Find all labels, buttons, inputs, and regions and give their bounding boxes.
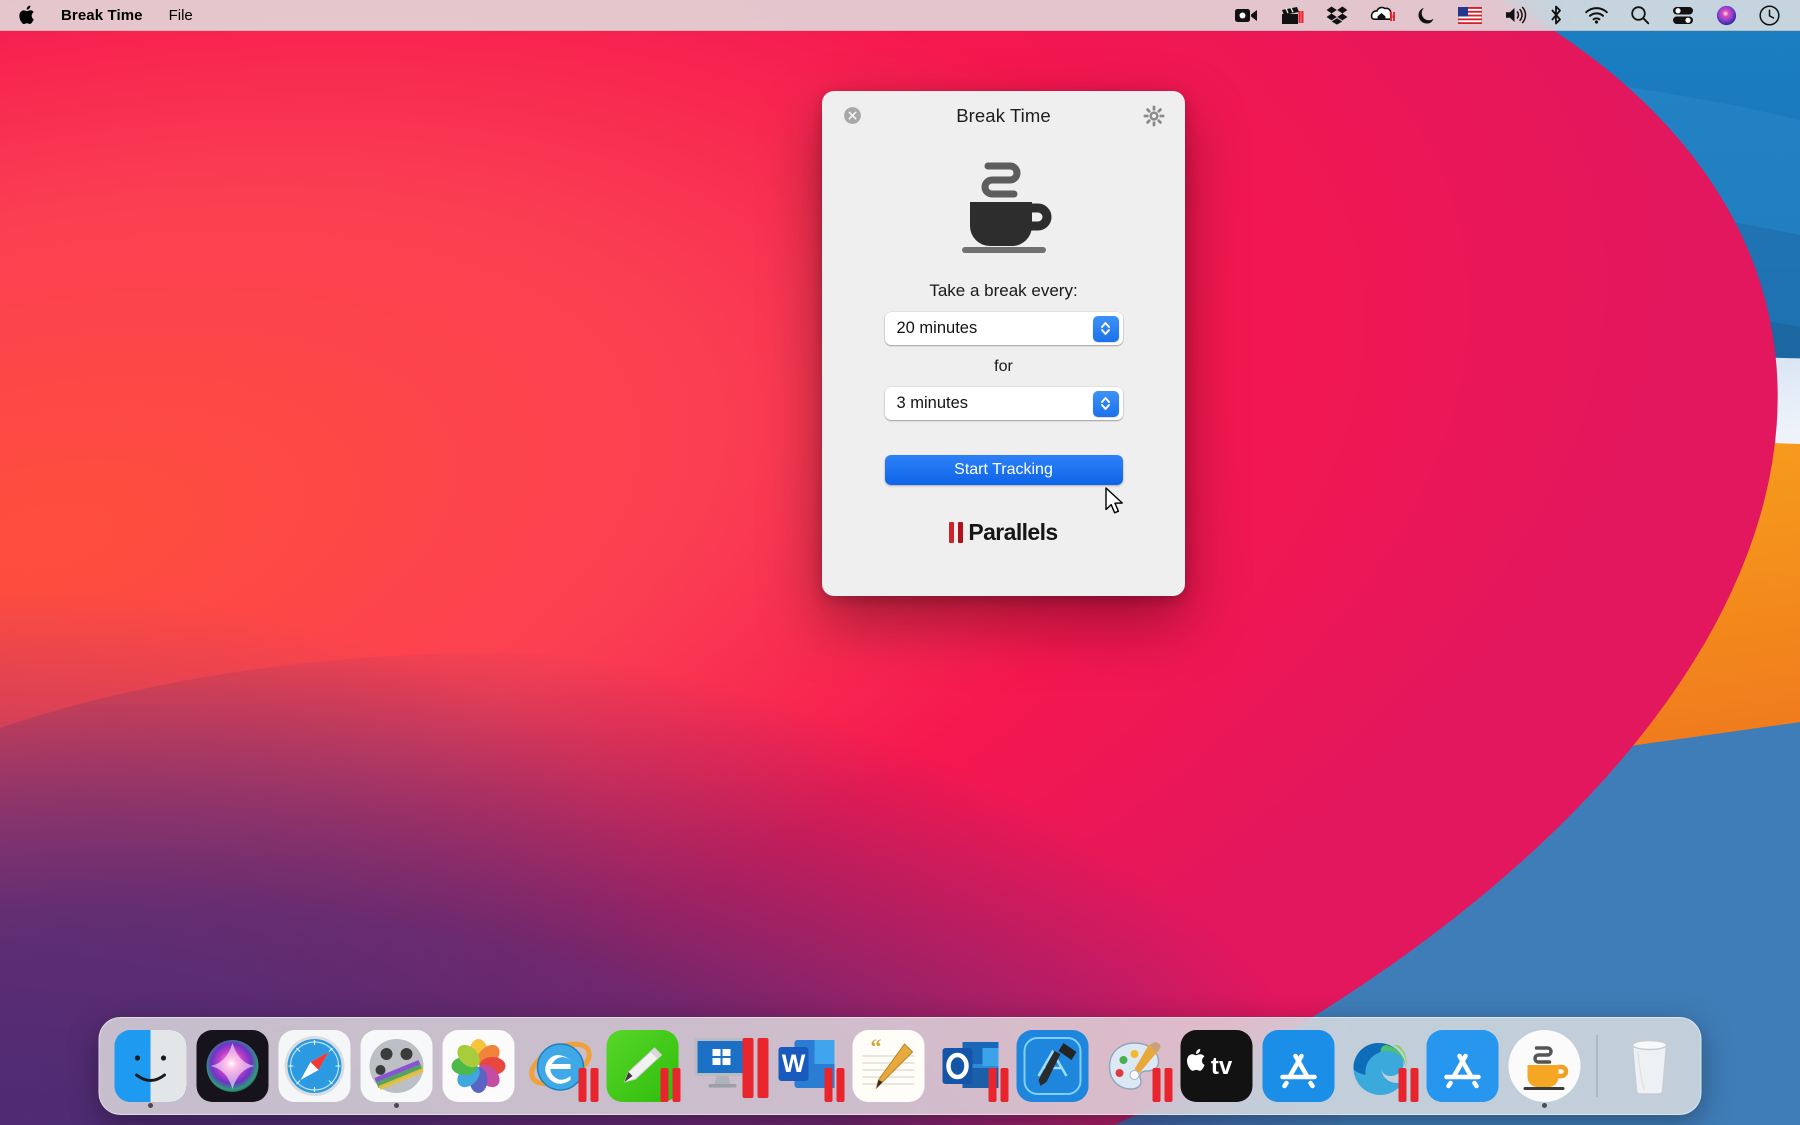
dock-item-paint[interactable] <box>1094 1017 1176 1115</box>
chevron-updown-icon[interactable] <box>1093 316 1119 342</box>
break-time-window: Break Time Take a break every: 20 minute… <box>822 91 1185 596</box>
running-indicator <box>394 1103 399 1108</box>
dock-item-apple-tv[interactable]: tv <box>1176 1017 1258 1115</box>
dock-item-final-cut-pro[interactable] <box>356 1017 438 1115</box>
parallels-running-bars-icon <box>825 1068 845 1102</box>
dock-item-windows-desktop[interactable] <box>684 1017 766 1115</box>
microsoft-edge-icon <box>1345 1030 1417 1102</box>
parallels-clapperboard-icon[interactable] <box>1280 4 1304 26</box>
dock-item-finder[interactable] <box>110 1017 192 1115</box>
dock-item-onenote[interactable] <box>602 1017 684 1115</box>
dock-item-app-store[interactable] <box>1258 1017 1340 1115</box>
internet-explorer-icon <box>525 1030 597 1102</box>
xcode-hammer-icon <box>1017 1030 1089 1102</box>
parallels-running-bars-icon <box>579 1068 599 1102</box>
window-titlebar: Break Time <box>822 91 1185 146</box>
apple-tv-icon: tv <box>1181 1030 1253 1102</box>
parallels-running-bars-icon <box>989 1068 1009 1102</box>
dock-item-word[interactable]: W <box>766 1017 848 1115</box>
dock: W “ <box>99 1017 1702 1115</box>
volume-icon[interactable] <box>1504 4 1527 26</box>
dock-item-trash[interactable] <box>1609 1017 1691 1115</box>
interval-label: Take a break every: <box>822 281 1185 301</box>
break-interval-value: 20 minutes <box>885 319 978 338</box>
dock-item-siri[interactable] <box>192 1017 274 1115</box>
app-icon-container <box>822 150 1185 259</box>
running-indicator <box>1542 1103 1547 1108</box>
apple-logo-icon[interactable] <box>18 5 35 25</box>
microsoft-word-icon: W <box>771 1030 843 1102</box>
bluetooth-icon[interactable] <box>1549 4 1563 26</box>
parallels-running-bars-icon <box>661 1068 681 1102</box>
svg-text:“: “ <box>871 1034 882 1059</box>
menu-bar: Break Time File <box>0 0 1800 31</box>
trash-icon <box>1614 1030 1686 1102</box>
finder-icon <box>115 1030 187 1102</box>
windows-desktop-icon <box>689 1030 761 1102</box>
dock-item-photos[interactable] <box>438 1017 520 1115</box>
svg-text:tv: tv <box>1211 1053 1233 1080</box>
menu-file[interactable]: File <box>169 7 193 24</box>
dock-item-app-store-2[interactable] <box>1422 1017 1504 1115</box>
dock-separator <box>1597 1035 1598 1097</box>
dock-item-outlook[interactable] <box>930 1017 1012 1115</box>
window-title: Break Time <box>822 105 1185 127</box>
paint-palette-icon <box>1099 1030 1171 1102</box>
wifi-icon[interactable] <box>1585 4 1608 26</box>
onenote-pencil-icon <box>607 1030 679 1102</box>
spotlight-search-icon[interactable] <box>1630 4 1650 26</box>
microsoft-outlook-icon <box>935 1030 1007 1102</box>
parallels-bars-icon <box>949 522 963 543</box>
running-indicator <box>148 1103 153 1108</box>
app-store-icon <box>1427 1030 1499 1102</box>
dock-item-break-time[interactable] <box>1504 1017 1586 1115</box>
time-machine-clock-icon[interactable] <box>1759 4 1780 26</box>
siri-icon[interactable] <box>1716 4 1737 26</box>
siri-icon <box>197 1030 269 1102</box>
do-not-disturb-moon-icon[interactable] <box>1418 4 1436 26</box>
chevron-updown-icon[interactable] <box>1093 391 1119 417</box>
parallels-logo: Parallels <box>822 519 1185 546</box>
dock-item-xcode[interactable] <box>1012 1017 1094 1115</box>
parallels-running-bars-icon <box>1153 1068 1173 1102</box>
dock-item-safari[interactable] <box>274 1017 356 1115</box>
safari-compass-icon <box>279 1030 351 1102</box>
for-label: for <box>822 358 1185 376</box>
parallels-running-bars-icon <box>1399 1068 1419 1102</box>
svg-text:W: W <box>782 1050 806 1078</box>
textedit-icon: “ <box>853 1030 925 1102</box>
dock-item-microsoft-edge[interactable] <box>1340 1017 1422 1115</box>
break-time-icon <box>1509 1030 1581 1102</box>
final-cut-pro-icon <box>361 1030 433 1102</box>
parallels-home-icon[interactable] <box>1370 4 1396 26</box>
control-center-icon[interactable] <box>1672 4 1694 26</box>
app-store-icon <box>1263 1030 1335 1102</box>
dock-item-textedit[interactable]: “ <box>848 1017 930 1115</box>
us-flag-input-icon[interactable] <box>1458 4 1482 26</box>
break-duration-value: 3 minutes <box>885 394 969 413</box>
dock-item-internet-explorer[interactable] <box>520 1017 602 1115</box>
gear-icon[interactable] <box>1143 105 1165 127</box>
start-tracking-button[interactable]: Start Tracking <box>885 455 1123 485</box>
parallels-wordmark: Parallels <box>968 519 1057 546</box>
photos-flower-icon <box>443 1030 515 1102</box>
break-duration-dropdown[interactable]: 3 minutes <box>885 387 1123 420</box>
break-interval-dropdown[interactable]: 20 minutes <box>885 312 1123 345</box>
coffee-cup-icon <box>948 150 1060 259</box>
dropbox-icon[interactable] <box>1326 4 1348 26</box>
screen-recording-icon[interactable] <box>1234 4 1258 26</box>
menu-app-title[interactable]: Break Time <box>61 7 143 24</box>
